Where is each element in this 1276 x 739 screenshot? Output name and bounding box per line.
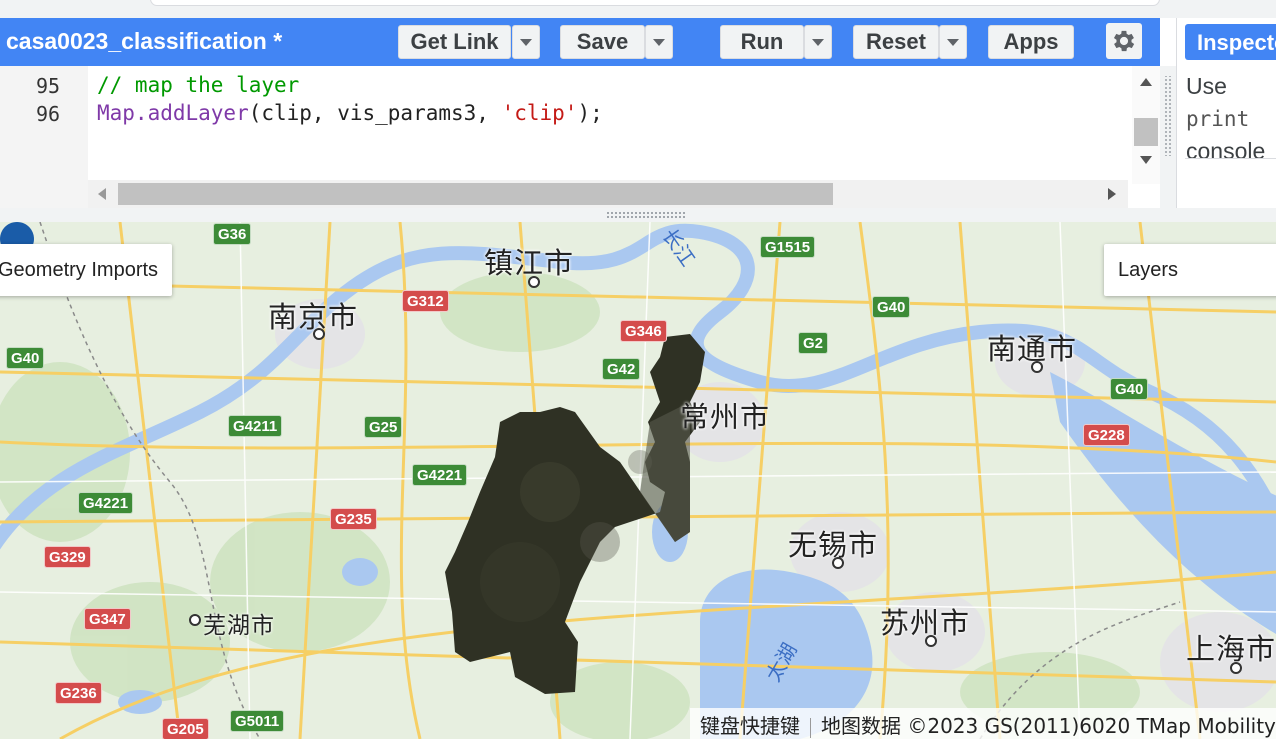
- scroll-down-icon[interactable]: [1140, 156, 1152, 164]
- road-shield: G347: [84, 608, 131, 630]
- road-shield: G235: [330, 508, 377, 530]
- divider: [1185, 158, 1276, 159]
- line-number-gutter: 95 96: [0, 66, 88, 208]
- horizontal-scroll-thumb[interactable]: [118, 183, 833, 205]
- road-shield: G205: [162, 718, 209, 739]
- code-args: (clip, vis_params3,: [248, 101, 502, 125]
- tab-inspector[interactable]: Inspector: [1185, 24, 1276, 60]
- city-dot: [925, 635, 937, 647]
- code-function: Map.addLayer: [97, 101, 249, 125]
- road-shield: G42: [602, 358, 641, 380]
- road-shield: G4221: [412, 464, 468, 486]
- road-shield: G329: [44, 546, 91, 568]
- road-shield: G40: [1110, 378, 1149, 400]
- editor-horizontal-scrollbar[interactable]: [88, 180, 1128, 208]
- code-editor[interactable]: 95 96 // map the layer Map.addLayer(clip…: [0, 66, 1160, 208]
- code-line-addlayer[interactable]: Map.addLayer(clip, vis_params3, 'clip');: [97, 101, 603, 125]
- road-shield: G2: [798, 332, 829, 354]
- browser-top-strip: [0, 0, 1276, 18]
- editor-vertical-scrollbar[interactable]: [1132, 66, 1160, 184]
- inspector-hint: Use print console: [1186, 70, 1276, 167]
- reset-dropdown[interactable]: [939, 25, 967, 59]
- right-panel: Inspector Use print console: [1176, 18, 1276, 208]
- road-shield: G36: [213, 223, 252, 245]
- gear-icon: [1113, 30, 1135, 52]
- scroll-left-icon[interactable]: [98, 188, 106, 200]
- reset-button[interactable]: Reset: [853, 25, 939, 59]
- chevron-down-icon: [520, 38, 532, 46]
- scroll-right-icon[interactable]: [1108, 188, 1116, 200]
- road-shield: G228: [1083, 424, 1130, 446]
- city-dot: [189, 614, 201, 626]
- city-label: 常州市: [680, 400, 771, 434]
- road-shield: G40: [6, 347, 45, 369]
- road-shield: G1515: [760, 236, 816, 258]
- road-shield: G4221: [78, 492, 134, 514]
- save-button[interactable]: Save: [560, 25, 645, 59]
- hint-suffix: console: [1186, 138, 1266, 164]
- city-label: 上海市: [1186, 632, 1276, 666]
- city-dot: [313, 328, 325, 340]
- scroll-up-icon[interactable]: [1140, 78, 1152, 86]
- city-dot: [1230, 662, 1242, 674]
- code-string: 'clip': [501, 101, 578, 125]
- script-title[interactable]: casa0023_classification *: [6, 28, 282, 55]
- top-search-pill[interactable]: [150, 0, 1160, 6]
- chevron-down-icon: [812, 38, 824, 46]
- settings-button[interactable]: [1106, 23, 1142, 59]
- chevron-down-icon: [947, 38, 959, 46]
- editor-toolbar: casa0023_classification * Get Link Save …: [0, 18, 1160, 66]
- divider: [810, 717, 811, 738]
- geometry-imports-button[interactable]: Geometry Imports: [0, 244, 173, 296]
- keyboard-shortcuts-link[interactable]: 键盘快捷键: [700, 714, 800, 738]
- map-view[interactable]: 长江 太湖 镇江市 南京市 南通市 常州市 无锡市 苏州市 芜湖市 上海市 G3…: [0, 222, 1276, 739]
- line-number: 95: [36, 74, 61, 98]
- run-dropdown[interactable]: [804, 25, 832, 59]
- road-shield: G40: [872, 296, 911, 318]
- road-shield: G346: [620, 320, 667, 342]
- vertical-panel-splitter[interactable]: [1160, 66, 1176, 208]
- city-label: 芜湖市: [203, 613, 275, 639]
- line-number: 96: [36, 102, 61, 126]
- city-dot: [1031, 361, 1043, 373]
- road-shield: G236: [55, 682, 102, 704]
- map-attribution: 键盘快捷键 地图数据 ©2023 GS(2011)6020 TMap Mobili…: [690, 708, 1276, 739]
- hint-code: print: [1186, 107, 1250, 131]
- map-basemap: [0, 222, 1276, 739]
- road-shield: G25: [364, 416, 403, 438]
- map-data-text: 地图数据 ©2023 GS(2011)6020 TMap Mobility: [821, 714, 1276, 738]
- save-dropdown[interactable]: [645, 25, 673, 59]
- vertical-scroll-thumb[interactable]: [1134, 118, 1158, 146]
- earth-engine-code-editor: casa0023_classification * Get Link Save …: [0, 0, 1276, 739]
- code-line-comment[interactable]: // map the layer: [97, 73, 299, 97]
- city-label: 镇江市: [484, 246, 575, 280]
- get-link-button[interactable]: Get Link: [398, 25, 511, 59]
- city-label: 苏州市: [880, 606, 971, 640]
- get-link-dropdown[interactable]: [512, 25, 540, 59]
- hint-prefix: Use: [1186, 73, 1227, 99]
- drag-handle-icon: [1164, 76, 1172, 156]
- run-button[interactable]: Run: [720, 25, 804, 59]
- drag-handle-icon: [606, 211, 686, 219]
- city-dot: [832, 557, 844, 569]
- horizontal-panel-splitter[interactable]: [0, 208, 1276, 222]
- road-shield: G312: [402, 290, 449, 312]
- apps-button[interactable]: Apps: [988, 25, 1074, 59]
- layers-button[interactable]: Layers: [1104, 244, 1276, 296]
- city-dot: [528, 276, 540, 288]
- code-close: );: [577, 101, 603, 125]
- road-shield: G5011: [230, 710, 285, 732]
- road-shield: G4211: [228, 415, 283, 437]
- chevron-down-icon: [653, 38, 665, 46]
